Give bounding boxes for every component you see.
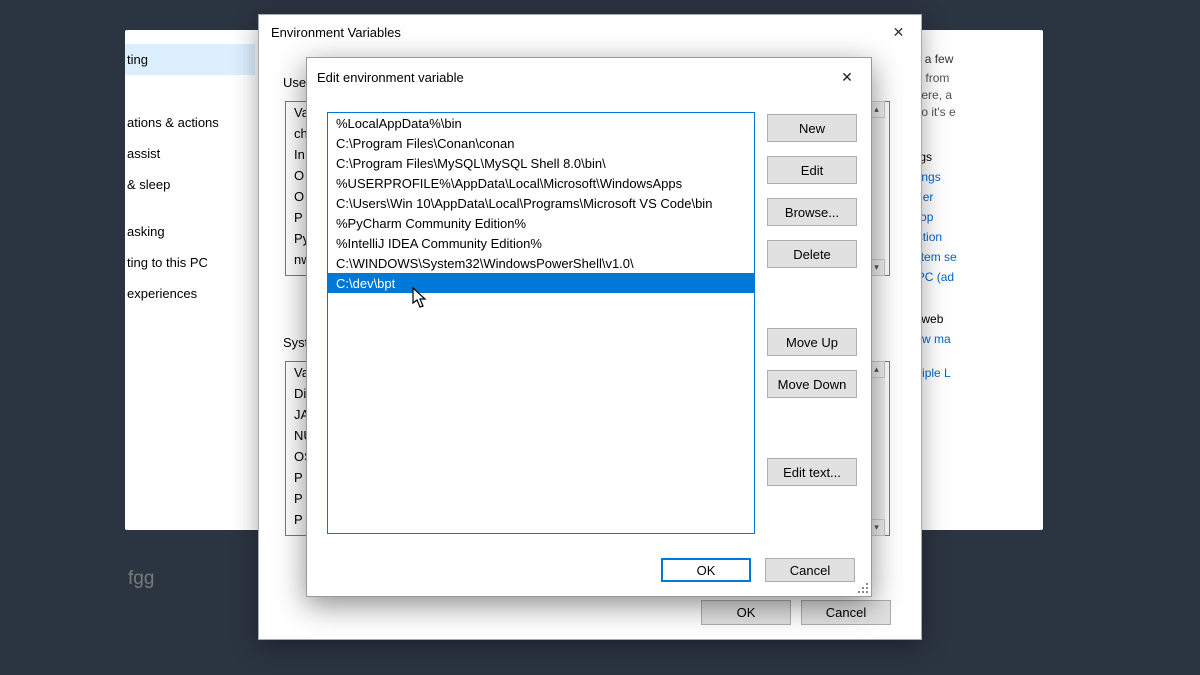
sidebar-item[interactable]: experiences <box>125 278 255 309</box>
sidebar-item[interactable]: ting <box>125 44 255 75</box>
resize-grip-icon[interactable] <box>855 580 869 594</box>
ok-button[interactable]: OK <box>701 600 791 625</box>
fgg-label: fgg <box>128 568 154 590</box>
close-icon[interactable]: ✕ <box>829 64 865 90</box>
editvar-title: Edit environment variable <box>317 70 464 85</box>
system-variables-label: Syst <box>283 335 308 350</box>
editvar-side-buttons: New Edit Browse... Delete Move Up Move D… <box>767 114 857 486</box>
close-icon[interactable]: ✕ <box>876 17 921 47</box>
sidebar-item[interactable]: & sleep <box>125 169 255 200</box>
sidebar-item[interactable]: assist <box>125 138 255 169</box>
list-item[interactable]: %USERPROFILE%\AppData\Local\Microsoft\Wi… <box>328 173 754 193</box>
ok-button[interactable]: OK <box>661 558 751 582</box>
sidebar-item[interactable]: asking <box>125 216 255 247</box>
list-item[interactable]: %IntelliJ IDEA Community Edition% <box>328 233 754 253</box>
cancel-button[interactable]: Cancel <box>765 558 855 582</box>
editvar-titlebar: Edit environment variable ✕ <box>307 58 871 96</box>
edit-text-button[interactable]: Edit text... <box>767 458 857 486</box>
sidebar-item[interactable] <box>125 75 255 91</box>
sidebar-item[interactable] <box>125 91 255 107</box>
settings-sidebar: ting ations & actions assist & sleep ask… <box>125 44 255 309</box>
cancel-button[interactable]: Cancel <box>801 600 891 625</box>
move-up-button[interactable]: Move Up <box>767 328 857 356</box>
move-down-button[interactable]: Move Down <box>767 370 857 398</box>
list-item[interactable]: C:\Program Files\MySQL\MySQL Shell 8.0\b… <box>328 153 754 173</box>
envvars-title: Environment Variables <box>271 25 401 40</box>
sidebar-item[interactable]: ations & actions <box>125 107 255 138</box>
editvar-ok-cancel-row: OK Cancel <box>661 558 855 582</box>
envvars-titlebar: Environment Variables ✕ <box>259 15 921 49</box>
list-item[interactable]: %LocalAppData%\bin <box>328 113 754 133</box>
list-item[interactable]: C:\WINDOWS\System32\WindowsPowerShell\v1… <box>328 253 754 273</box>
new-button[interactable]: New <box>767 114 857 142</box>
edit-button[interactable]: Edit <box>767 156 857 184</box>
list-item[interactable]: C:\Users\Win 10\AppData\Local\Programs\M… <box>328 193 754 213</box>
browse-button[interactable]: Browse... <box>767 198 857 226</box>
list-item-selected[interactable]: C:\dev\bpt <box>328 273 754 293</box>
path-listbox[interactable]: %LocalAppData%\bin C:\Program Files\Cona… <box>327 112 755 534</box>
sidebar-item[interactable]: ting to this PC <box>125 247 255 278</box>
delete-button[interactable]: Delete <box>767 240 857 268</box>
sidebar-item[interactable] <box>125 200 255 216</box>
list-item[interactable]: %PyCharm Community Edition% <box>328 213 754 233</box>
edit-environment-variable-dialog: Edit environment variable ✕ %LocalAppDat… <box>306 57 872 597</box>
list-item[interactable]: C:\Program Files\Conan\conan <box>328 133 754 153</box>
